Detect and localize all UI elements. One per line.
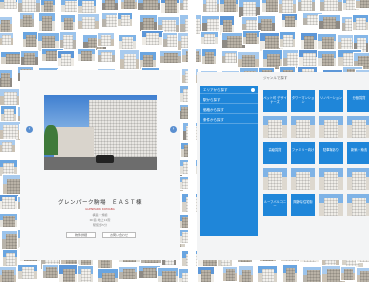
collage-photo-tile [300, 32, 318, 50]
collage-photo-tile [19, 12, 35, 28]
collage-photo-tile [201, 48, 217, 65]
collage-photo-tile [2, 249, 18, 267]
genre-sidebar: エリアから探す 駅から探す 価格から探す 条件から探す [200, 86, 258, 236]
sidebar-item-label: 価格から探す [203, 108, 224, 112]
contact-link-button[interactable]: お問い合わせ [102, 232, 136, 238]
sidebar-item-conditions[interactable]: 条件から探す [200, 116, 258, 124]
category-button[interactable]: 高級賃貸 [263, 142, 287, 164]
collage-photo-tile [282, 264, 298, 282]
collage-photo-tile [160, 0, 180, 14]
detail-line-1: 構造・規模 [92, 213, 108, 217]
collage-photo-tile [77, 48, 96, 62]
collage-photo-tile [356, 267, 369, 282]
collage-photo-tile [340, 266, 356, 281]
category-photo[interactable] [263, 116, 287, 138]
category-button[interactable]: 駐車場あり [319, 142, 343, 164]
category-button[interactable]: ファミリー向け [291, 142, 315, 164]
collage-photo-tile [57, 50, 75, 67]
category-button[interactable]: ペット可 デザイナーズ [263, 90, 287, 112]
collage-photo-tile [319, 0, 343, 12]
category-photo[interactable] [291, 168, 315, 190]
collage-photo-tile [318, 14, 341, 30]
collage-photo-tile [97, 268, 119, 282]
collage-photo-tile [279, 31, 296, 48]
collage-photo-tile [118, 266, 138, 280]
category-photo[interactable] [319, 168, 343, 190]
collage-photo-tile [159, 50, 183, 64]
category-photo[interactable] [291, 116, 315, 138]
screenshot-canvas: ‹ › グレンパーク駒場 ＥＡＳＴ棟 GLENPARK KOMABA 構造・規模… [0, 0, 369, 282]
sidebar-item-station[interactable]: 駅から探す [200, 96, 258, 104]
detail-link-button[interactable]: 物件詳細 [66, 232, 96, 238]
collage-photo-tile [137, 0, 162, 11]
genre-header: ジャンルで探す [263, 76, 288, 80]
category-button[interactable]: ルーフバルコニー [263, 194, 287, 216]
detail-line-2: RC造 地上12階 [89, 218, 111, 222]
collage-photo-tile [0, 266, 17, 282]
center-divider [188, 0, 196, 282]
collage-photo-tile [317, 50, 337, 67]
collage-photo-tile [297, 0, 316, 12]
collage-photo-tile [101, 0, 119, 11]
collage-photo-tile [278, 0, 297, 14]
collage-photo-tile [0, 139, 16, 153]
chevron-icon [251, 88, 255, 92]
collage-photo-tile [281, 13, 298, 28]
collage-photo-tile [77, 265, 94, 282]
category-button[interactable]: 分譲賃貸 [347, 90, 369, 112]
collage-photo-tile [141, 30, 164, 46]
category-photo[interactable] [319, 194, 343, 216]
collage-photo-tile [0, 213, 18, 228]
category-button[interactable]: 新築・築浅 [347, 142, 369, 164]
collage-photo-tile [38, 12, 56, 32]
collage-photo-tile [97, 49, 116, 63]
collage-photo-tile [0, 69, 13, 88]
collage-photo-tile [97, 32, 115, 47]
property-hero-image[interactable] [44, 95, 157, 170]
collage-photo-tile [60, 14, 76, 31]
collage-photo-tile [219, 0, 239, 13]
sidebar-item-label: 条件から探す [203, 118, 224, 122]
collage-photo-tile [200, 31, 219, 45]
category-button[interactable]: 閑静な住宅街 [291, 194, 315, 216]
collage-photo-tile [0, 88, 21, 106]
sidebar-item-label: エリアから探す [203, 88, 228, 92]
collage-photo-tile [118, 34, 137, 50]
category-photo[interactable] [347, 194, 369, 216]
collage-photo-tile [222, 266, 238, 282]
collage-photo-tile [352, 14, 369, 31]
detail-line-3: 駅徒歩5分 [93, 223, 107, 227]
building-subtitle: GLENPARK KOMABA [85, 207, 115, 211]
sidebar-item-price[interactable]: 価格から探す [200, 106, 258, 114]
collage-photo-tile [17, 264, 38, 280]
left-property-card: ‹ › グレンパーク駒場 ＥＡＳＴ棟 GLENPARK KOMABA 構造・規模… [20, 70, 180, 260]
collage-photo-tile [237, 51, 260, 68]
category-photo[interactable] [347, 168, 369, 190]
collage-photo-tile [317, 33, 337, 50]
sidebar-item-label: 駅から探す [203, 98, 221, 102]
collage-photo-tile [0, 32, 14, 46]
category-photo[interactable] [347, 116, 369, 138]
collage-photo-tile [119, 49, 140, 70]
collage-photo-tile [20, 50, 39, 66]
sidebar-item-area[interactable]: エリアから探す [200, 86, 258, 94]
category-button[interactable]: リノベーション [319, 90, 343, 112]
category-photo[interactable] [319, 116, 343, 138]
collage-photo-tile [197, 266, 215, 282]
collage-photo-tile [58, 264, 79, 282]
building-name: グレンパーク駒場 ＥＡＳＴ棟 [57, 200, 142, 206]
collage-photo-tile [355, 0, 369, 9]
category-button[interactable]: タワーマンション [291, 90, 315, 112]
collage-photo-tile [238, 265, 254, 282]
prev-arrow-icon[interactable]: ‹ [26, 126, 33, 133]
category-photo[interactable] [263, 168, 287, 190]
right-search-panel: エリアから探す 駅から探す 価格から探す 条件から探す ジャンルで探す ペット可… [197, 72, 369, 260]
collage-photo-tile [117, 12, 133, 27]
next-arrow-icon[interactable]: › [170, 126, 177, 133]
collage-photo-tile [77, 13, 100, 30]
collage-photo-tile [257, 265, 278, 282]
